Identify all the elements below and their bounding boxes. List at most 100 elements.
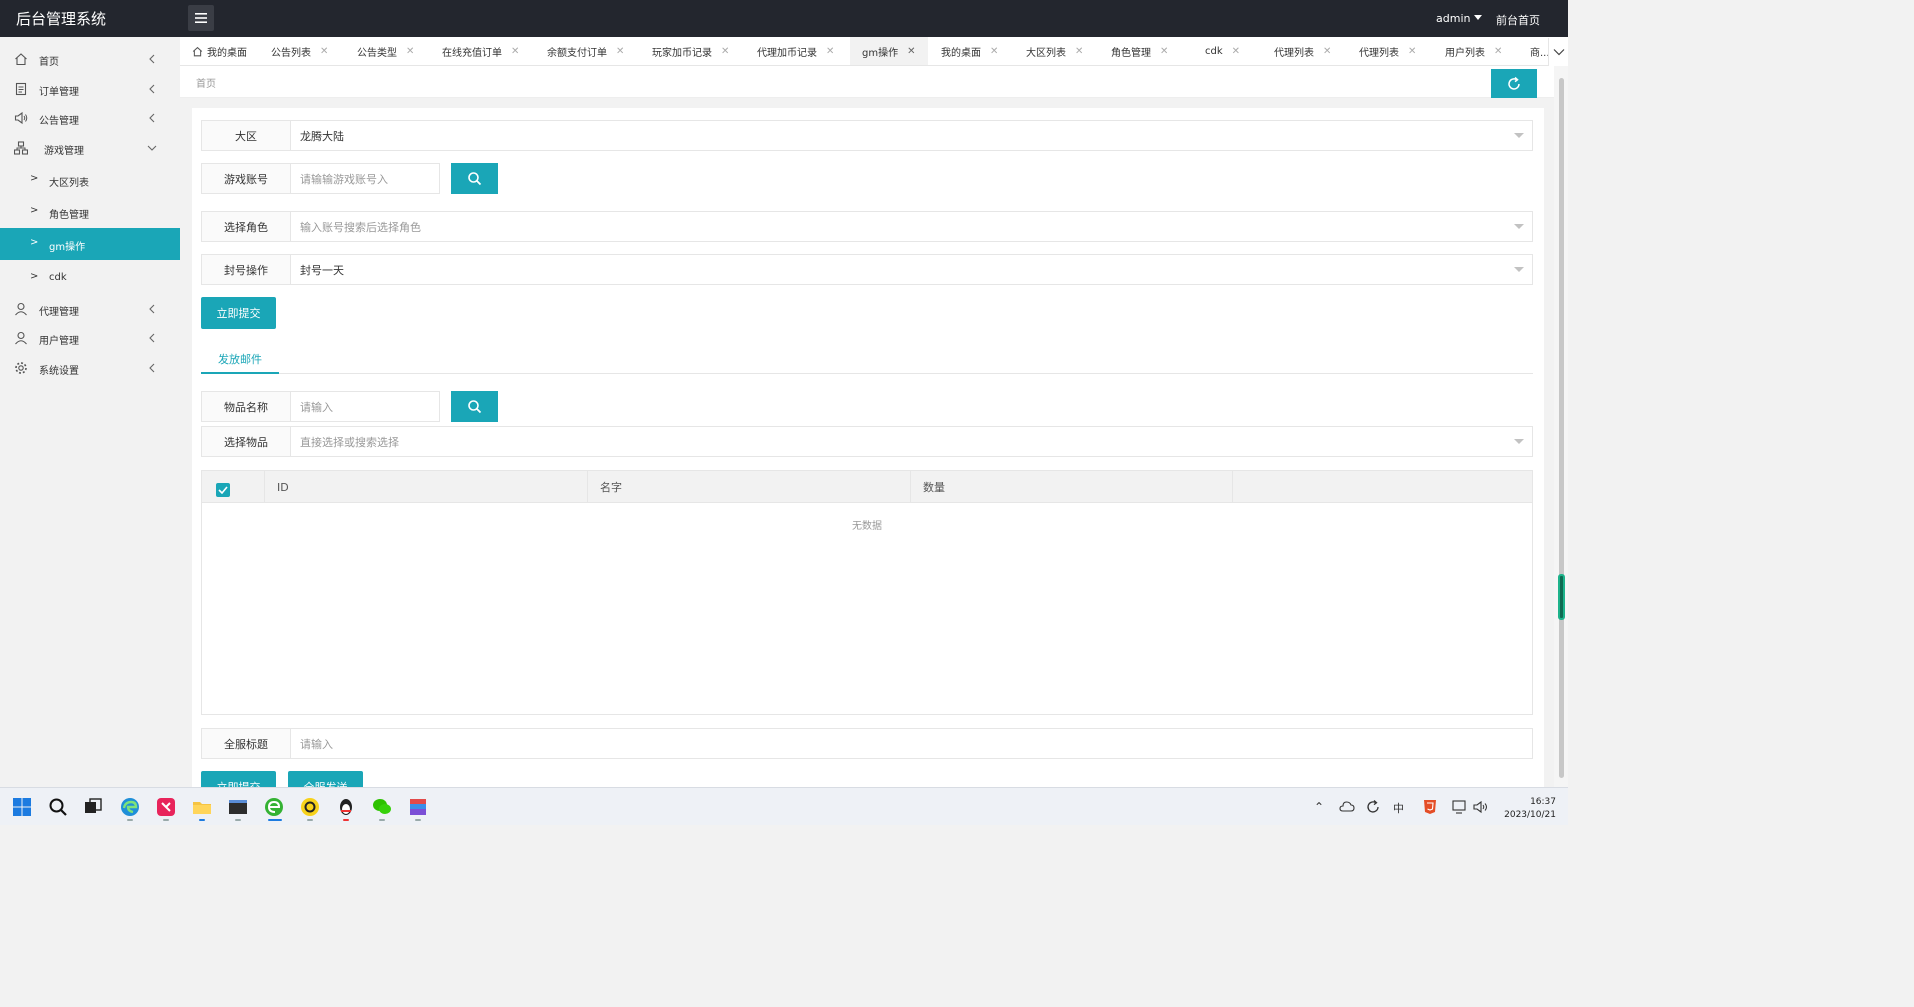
close-icon[interactable]: ✕ — [1323, 46, 1331, 57]
close-icon[interactable]: ✕ — [616, 46, 624, 57]
top-bar: 后台管理系统 admin 前台首页 — [0, 0, 1568, 37]
ime-icon[interactable]: 中 — [1393, 800, 1404, 816]
column-header-quantity[interactable]: 数量 — [910, 471, 1232, 503]
region-row: 大区 龙腾大陆 — [201, 120, 1533, 151]
sidebar-item-settings[interactable]: 系统设置 — [0, 353, 180, 383]
sidebar-subitem-cdk[interactable]: > cdk — [0, 262, 180, 294]
windows-start-icon[interactable] — [11, 796, 33, 818]
submit-button[interactable]: 立即提交 — [201, 297, 276, 329]
sidebar-subitem-label: 大区列表 — [49, 178, 89, 189]
refresh-button[interactable] — [1491, 69, 1537, 98]
column-header-id[interactable]: ID — [264, 471, 587, 503]
archive-app-icon[interactable] — [407, 796, 429, 818]
close-icon[interactable]: ✕ — [1494, 46, 1502, 57]
user-menu[interactable]: admin — [1436, 12, 1483, 25]
close-icon[interactable]: ✕ — [990, 46, 998, 57]
tab-announcement-types[interactable]: 公告类型 ✕ — [357, 37, 414, 65]
mail-submit-button[interactable]: 立即提交 — [201, 771, 276, 787]
search-icon[interactable] — [47, 796, 69, 818]
cloud-icon[interactable] — [1339, 801, 1355, 813]
role-select[interactable]: 输入账号搜索后选择角色 — [290, 211, 1533, 242]
tab-label: cdk — [1205, 46, 1223, 57]
column-header-name[interactable]: 名字 — [587, 471, 910, 503]
front-page-link[interactable]: 前台首页 — [1496, 12, 1540, 28]
file-explorer-icon[interactable] — [191, 796, 213, 818]
menu-toggle-button[interactable] — [188, 5, 214, 31]
tab-desktop[interactable]: 我的桌面 — [192, 37, 247, 65]
tab-label: 在线充值订单 — [442, 48, 502, 59]
volume-icon[interactable] — [1473, 800, 1489, 814]
send-all-button[interactable]: 全服发送 — [288, 771, 363, 787]
tray-overflow-icon[interactable]: ⌃ — [1314, 800, 1324, 814]
sync-icon[interactable] — [1365, 799, 1381, 815]
close-icon[interactable]: ✕ — [826, 46, 834, 57]
yellow-app-icon[interactable] — [299, 796, 321, 818]
tab-more[interactable]: 商... — [1530, 37, 1550, 65]
tab-send-mail[interactable]: 发放邮件 — [201, 345, 279, 374]
close-icon[interactable]: ✕ — [907, 46, 915, 57]
account-search-button[interactable] — [451, 163, 498, 194]
breadcrumb-home[interactable]: 首页 — [196, 75, 216, 90]
close-icon[interactable]: ✕ — [721, 46, 729, 57]
tab-agent-list-2[interactable]: 代理列表 ✕ — [1359, 37, 1416, 65]
html5-icon[interactable] — [1422, 799, 1438, 815]
sidebar-item-games[interactable]: 游戏管理 — [0, 133, 180, 163]
close-icon[interactable]: ✕ — [320, 46, 328, 57]
sidebar-subitem-roles[interactable]: > 角色管理 — [0, 196, 180, 228]
select-item-row: 选择物品 直接选择或搜索选择 — [201, 426, 1533, 457]
ban-select[interactable]: 封号一天 — [290, 254, 1533, 285]
tab-roles[interactable]: 角色管理 ✕ — [1111, 37, 1168, 65]
tab-desktop-2[interactable]: 我的桌面 ✕ — [941, 37, 998, 65]
close-icon[interactable]: ✕ — [406, 46, 414, 57]
tab-regions[interactable]: 大区列表 ✕ — [1026, 37, 1083, 65]
edge-browser-icon[interactable] — [119, 796, 141, 818]
browser-e-icon[interactable] — [263, 796, 285, 818]
close-icon[interactable]: ✕ — [1160, 46, 1168, 57]
mail-tab-divider — [201, 373, 1533, 374]
clock-date: 2023/10/21 — [1504, 810, 1556, 820]
sidebar-subitem-gm[interactable]: > gm操作 — [0, 228, 180, 260]
sidebar-item-agents[interactable]: 代理管理 — [0, 294, 180, 324]
network-icon[interactable] — [1452, 800, 1468, 814]
qq-penguin-icon[interactable] — [335, 796, 357, 818]
taskbar-clock[interactable]: 16:37 2023/10/21 — [1500, 796, 1556, 822]
item-select[interactable]: 直接选择或搜索选择 — [290, 426, 1533, 457]
item-name-input[interactable]: 请输入 — [290, 391, 440, 422]
tab-agent-list[interactable]: 代理列表 ✕ — [1274, 37, 1331, 65]
region-select[interactable]: 龙腾大陆 — [290, 120, 1533, 151]
close-icon[interactable]: ✕ — [1075, 46, 1083, 57]
scroll-indicator — [1558, 574, 1565, 620]
close-icon[interactable]: ✕ — [511, 46, 519, 57]
tab-player-coins[interactable]: 玩家加币记录 ✕ — [652, 37, 729, 65]
sidebar-item-users[interactable]: 用户管理 — [0, 323, 180, 353]
region-label: 大区 — [201, 120, 291, 151]
select-all-checkbox[interactable] — [216, 483, 230, 497]
server-title-input[interactable]: 请输入 — [290, 728, 1533, 759]
tab-online-recharge[interactable]: 在线充值订单 ✕ — [442, 37, 519, 65]
sidebar-item-home[interactable]: 首页 — [0, 44, 180, 74]
page-scrollbar[interactable] — [1554, 66, 1568, 787]
close-icon[interactable]: ✕ — [1408, 46, 1416, 57]
tab-balance-orders[interactable]: 余额支付订单 ✕ — [547, 37, 624, 65]
breadcrumb: 首页 — [180, 66, 1554, 98]
wechat-icon[interactable] — [371, 796, 393, 818]
tab-announcement-list[interactable]: 公告列表 ✕ — [271, 37, 328, 65]
user-icon — [15, 331, 27, 345]
close-icon[interactable]: ✕ — [1232, 46, 1240, 57]
terminal-icon[interactable] — [227, 796, 249, 818]
taskbar-running-indicator — [379, 819, 385, 821]
item-search-button[interactable] — [451, 391, 498, 422]
scrollbar-thumb[interactable] — [1559, 78, 1564, 778]
red-app-icon[interactable] — [155, 796, 177, 818]
sidebar-subitem-label: 角色管理 — [49, 210, 89, 221]
sidebar-subitem-regions[interactable]: > 大区列表 — [0, 164, 180, 196]
sidebar-item-announcements[interactable]: 公告管理 — [0, 103, 180, 133]
tab-scroll-button[interactable] — [1548, 38, 1568, 66]
tab-gm[interactable]: gm操作 ✕ — [850, 37, 928, 65]
tab-user-list[interactable]: 用户列表 ✕ — [1445, 37, 1502, 65]
sidebar-item-orders[interactable]: 订单管理 — [0, 74, 180, 104]
account-input[interactable]: 请输输游戏账号入 — [290, 163, 440, 194]
tab-agent-coins[interactable]: 代理加币记录 ✕ — [757, 37, 834, 65]
task-view-icon[interactable] — [82, 796, 104, 818]
tab-cdk[interactable]: cdk ✕ — [1205, 37, 1240, 65]
